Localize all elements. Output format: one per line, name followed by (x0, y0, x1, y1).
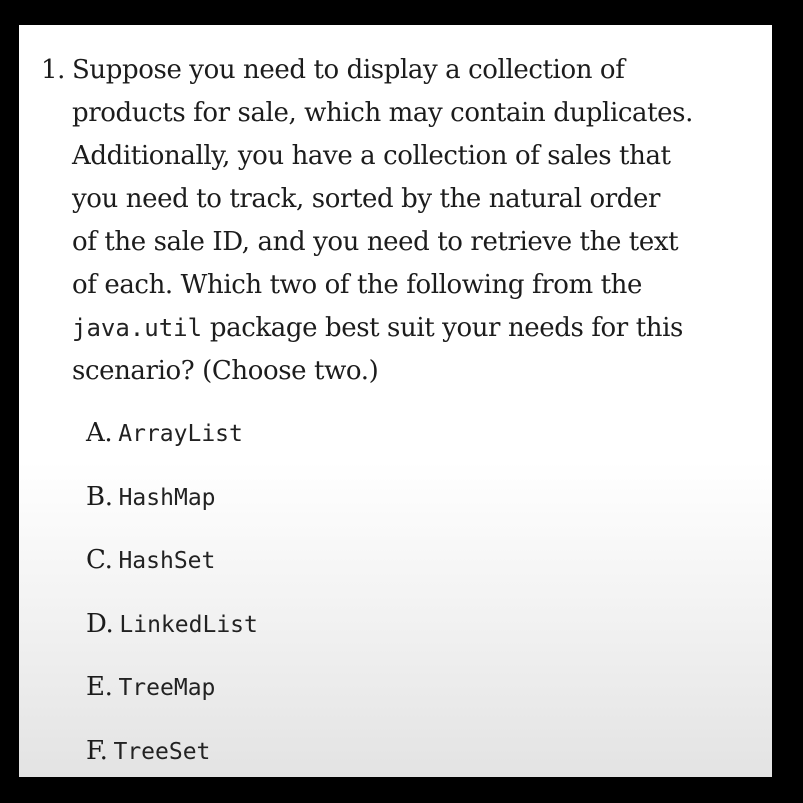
question-text: 1. Suppose you need to display a collect… (41, 49, 761, 393)
question-line: of the sale ID, and you need to retrieve… (72, 227, 679, 257)
package-rest: package best suit your needs for this (202, 313, 683, 343)
option-text: ArrayList (118, 421, 243, 447)
package-code: java.util (72, 314, 203, 342)
question-line: you need to track, sorted by the natural… (72, 184, 661, 214)
option-letter: D. (86, 608, 114, 639)
option-text: TreeSet (113, 738, 211, 765)
option-d[interactable]: D. LinkedList (86, 602, 258, 666)
option-a[interactable]: A. ArrayList (86, 411, 258, 475)
option-b[interactable]: B. HashMap (86, 475, 258, 539)
answer-options: A. ArrayList B. HashMap C. HashSet D. Linked… (86, 411, 258, 777)
question-line-package: java.util package best suit your needs f… (41, 307, 761, 350)
option-letter: A. (86, 418, 113, 448)
option-letter: B. (86, 481, 113, 512)
option-e[interactable]: E. TreeMap (86, 665, 258, 729)
option-c[interactable]: C. HashSet (86, 538, 258, 602)
screen-frame: 1. Suppose you need to display a collect… (0, 0, 803, 803)
question-line: Suppose you need to display a collection… (72, 55, 625, 85)
option-letter: C. (86, 545, 113, 575)
option-letter: F. (86, 735, 108, 766)
option-letter: E. (86, 672, 113, 702)
question-line: products for sale, which may contain dup… (72, 98, 693, 128)
option-text: HashMap (118, 484, 216, 511)
question-line: of each. Which two of the following from… (72, 270, 643, 300)
option-text: HashSet (118, 548, 216, 574)
question-page: 1. Suppose you need to display a collect… (19, 25, 772, 777)
question-line: Additionally, you have a collection of s… (72, 141, 671, 171)
option-text: LinkedList (119, 611, 258, 638)
question-line: scenario? (Choose two.) (72, 356, 379, 386)
question-number: 1. (41, 55, 66, 85)
option-text: TreeMap (118, 675, 216, 701)
option-f[interactable]: F. TreeSet (86, 729, 258, 778)
